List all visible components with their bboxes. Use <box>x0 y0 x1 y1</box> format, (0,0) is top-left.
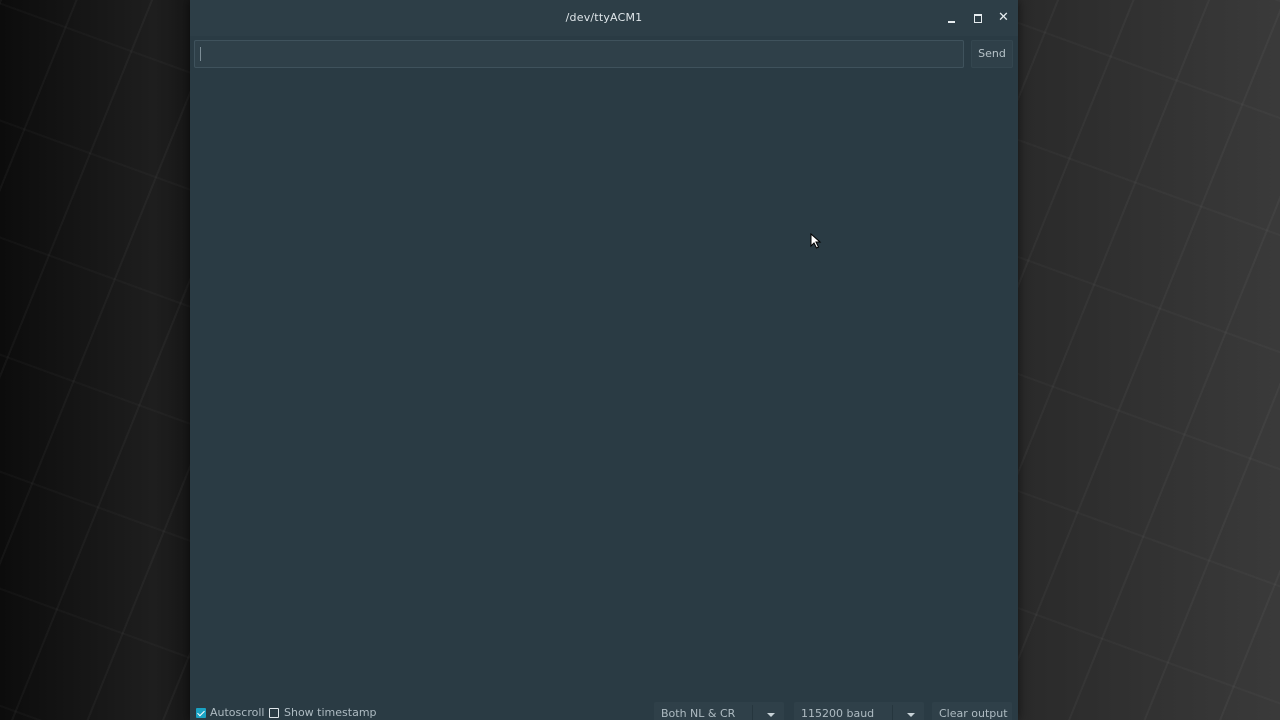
line-ending-select[interactable]: Both NL & CR <box>654 702 784 720</box>
close-button[interactable]: ✕ <box>996 10 1012 26</box>
serial-monitor-window: /dev/ttyACM1 ✕ Send Autoscroll Show time… <box>190 0 1018 720</box>
show-timestamp-checkbox[interactable] <box>269 708 279 718</box>
maximize-icon <box>974 14 982 23</box>
chevron-down-icon <box>907 713 915 717</box>
title-bar[interactable]: /dev/ttyACM1 ✕ <box>190 0 1018 36</box>
window-title: /dev/ttyACM1 <box>565 11 643 24</box>
chevron-down-icon <box>767 713 775 717</box>
text-caret <box>200 47 201 61</box>
send-button[interactable]: Send <box>971 40 1013 68</box>
status-bar: Autoscroll Show timestamp Both NL & CR 1… <box>190 700 1018 720</box>
mouse-pointer-icon <box>810 233 822 249</box>
send-row: Send <box>190 38 1018 70</box>
line-ending-value: Both NL & CR <box>661 707 736 720</box>
line-ending-divider <box>752 705 753 720</box>
autoscroll-checkbox[interactable] <box>196 708 206 718</box>
autoscroll-label[interactable]: Autoscroll <box>210 706 264 719</box>
baud-rate-divider <box>892 705 893 720</box>
baud-rate-select[interactable]: 115200 baud <box>794 702 924 720</box>
baud-rate-value: 115200 baud <box>801 707 875 720</box>
minimize-icon <box>948 21 955 23</box>
message-input[interactable] <box>194 40 964 68</box>
clear-output-button[interactable]: Clear output <box>932 702 1012 720</box>
serial-output-area[interactable] <box>194 74 1014 698</box>
minimize-button[interactable] <box>944 10 960 26</box>
maximize-button[interactable] <box>970 10 986 26</box>
show-timestamp-label[interactable]: Show timestamp <box>284 706 377 719</box>
close-icon: ✕ <box>998 10 1009 25</box>
clear-output-label: Clear output <box>939 707 1008 720</box>
